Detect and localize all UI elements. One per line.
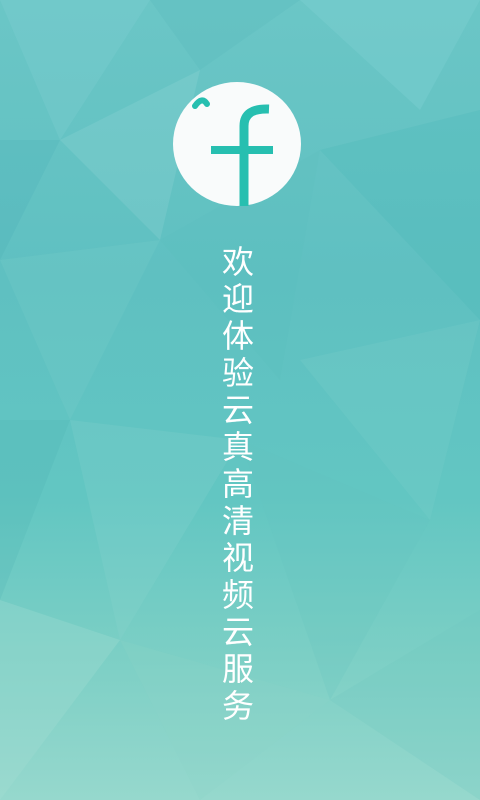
welcome-char: 高 — [221, 465, 254, 503]
welcome-char: 迎 — [221, 280, 254, 318]
welcome-char: 频 — [221, 576, 254, 614]
welcome-char: 务 — [221, 687, 254, 725]
welcome-char: 清 — [221, 502, 254, 540]
welcome-char: 云 — [221, 391, 254, 429]
welcome-char: 云 — [221, 613, 254, 651]
logo-f-icon — [192, 97, 273, 206]
welcome-char: 验 — [221, 354, 254, 392]
splash-screen: 欢迎体验云真高清视频云服务 — [0, 0, 480, 800]
welcome-char: 真 — [221, 428, 254, 466]
welcome-char: 服 — [221, 650, 254, 688]
welcome-text: 欢迎体验云真高清视频云服务 — [214, 244, 262, 725]
welcome-char: 体 — [221, 317, 254, 355]
welcome-char: 视 — [221, 539, 254, 577]
welcome-char: 欢 — [221, 243, 254, 281]
app-logo — [173, 82, 301, 206]
